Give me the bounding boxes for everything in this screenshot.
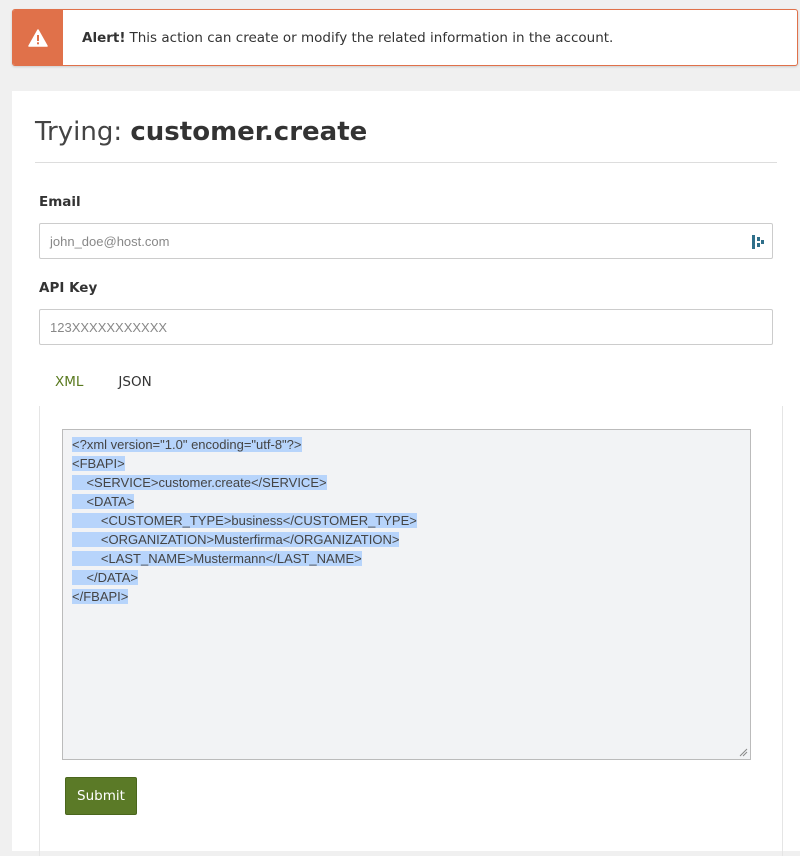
code-line-text: <ORGANIZATION>Musterfirma</ORGANIZATION>: [72, 532, 400, 547]
title-divider: [35, 162, 777, 163]
alert-text: Alert! This action can create or modify t…: [82, 30, 613, 46]
email-label: Email: [39, 194, 81, 210]
submit-button[interactable]: Submit: [65, 777, 137, 815]
code-line-text: <CUSTOMER_TYPE>business</CUSTOMER_TYPE>: [72, 513, 417, 528]
code-line: </FBAPI>: [72, 587, 741, 606]
code-line: </DATA>: [72, 568, 741, 587]
title-prefix: Trying:: [35, 117, 123, 147]
alert-message: This action can create or modify the rel…: [129, 29, 614, 46]
api-key-label: API Key: [39, 280, 98, 296]
email-placeholder: john_doe@host.com: [50, 233, 170, 249]
page-title: Trying: customer.create: [35, 117, 367, 147]
warning-triangle-icon: [28, 28, 48, 47]
password-manager-icon[interactable]: [751, 234, 765, 250]
code-line: <CUSTOMER_TYPE>business</CUSTOMER_TYPE>: [72, 511, 741, 530]
code-line: <FBAPI>: [72, 454, 741, 473]
alert-banner: Alert! This action can create or modify t…: [12, 9, 798, 66]
code-line: <LAST_NAME>Mustermann</LAST_NAME>: [72, 549, 741, 568]
format-tabs: XML JSON: [55, 374, 152, 390]
code-line-text: <SERVICE>customer.create</SERVICE>: [72, 475, 327, 490]
code-line-text: <DATA>: [72, 494, 135, 509]
code-line: <?xml version="1.0" encoding="utf-8"?>: [72, 435, 741, 454]
tab-xml[interactable]: XML: [55, 374, 83, 390]
title-method: customer.create: [130, 117, 368, 147]
api-key-field[interactable]: 123XXXXXXXXXXX: [39, 309, 773, 345]
code-line-text: <FBAPI>: [72, 456, 125, 471]
api-key-placeholder: 123XXXXXXXXXXX: [50, 319, 168, 335]
code-line: <ORGANIZATION>Musterfirma</ORGANIZATION>: [72, 530, 741, 549]
code-line-text: </DATA>: [72, 570, 138, 585]
code-line: <DATA>: [72, 492, 741, 511]
resize-handle-icon[interactable]: [739, 748, 748, 757]
code-line: <SERVICE>customer.create</SERVICE>: [72, 473, 741, 492]
tab-json[interactable]: JSON: [118, 374, 151, 390]
request-body-textarea[interactable]: <?xml version="1.0" encoding="utf-8"?> <…: [62, 429, 751, 760]
code-line-text: <?xml version="1.0" encoding="utf-8"?>: [72, 437, 302, 452]
email-field[interactable]: john_doe@host.com: [39, 223, 773, 259]
code-line-text: <LAST_NAME>Mustermann</LAST_NAME>: [72, 551, 362, 566]
main-card: Trying: customer.create Email john_doe@h…: [12, 91, 800, 856]
code-line-text: </FBAPI>: [72, 589, 129, 604]
alert-icon-box: [13, 10, 63, 65]
alert-title: Alert!: [82, 29, 126, 46]
